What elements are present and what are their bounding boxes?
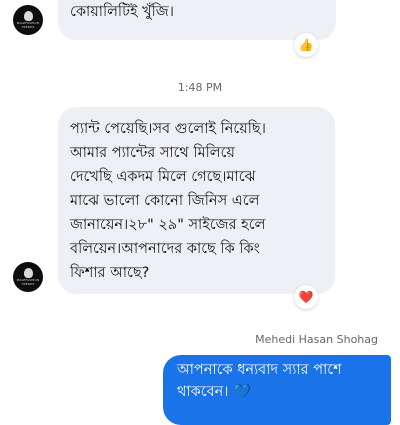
contact-avatar[interactable]: MALEFASHION TRENDS bbox=[13, 262, 43, 292]
avatar-logo-text: MALEFASHION TRENDS bbox=[16, 21, 40, 29]
outgoing-message-bubble[interactable]: আপনাকে ধন্যবাদ স্যার পাশে থাকবেন। 💙 bbox=[163, 355, 391, 425]
contact-avatar[interactable]: MALEFASHION TRENDS bbox=[13, 5, 43, 35]
message-text-body: আপনাকে ধন্যবাদ স্যার পাশে থাকবেন। bbox=[177, 362, 342, 400]
message-timestamp: 1:48 PM bbox=[177, 81, 223, 94]
reaction-emoji: ❤️ bbox=[298, 290, 314, 304]
message-text: প্যান্ট পেয়েছি।সব গুলোই নিয়েছি। আমার প… bbox=[70, 121, 266, 281]
heart-reaction-icon[interactable]: ❤️ bbox=[294, 285, 318, 309]
avatar-figure-icon bbox=[23, 268, 33, 278]
sender-name: Mehedi Hasan Shohag bbox=[255, 333, 378, 346]
reaction-emoji: 👍 bbox=[298, 38, 314, 52]
message-text: আপনাকে ধন্যবাদ স্যার পাশে থাকবেন। 💙 bbox=[177, 359, 381, 403]
avatar-figure-icon bbox=[23, 11, 33, 21]
message-text: কোয়ালিটিই খুঁজি। bbox=[70, 4, 174, 20]
thumbs-up-reaction-icon[interactable]: 👍 bbox=[294, 33, 318, 57]
avatar-logo-text: MALEFASHION TRENDS bbox=[16, 278, 40, 286]
incoming-message-bubble[interactable]: প্যান্ট পেয়েছি।সব গুলোই নিয়েছি। আমার প… bbox=[58, 107, 335, 294]
incoming-message-bubble[interactable]: কোয়ালিটিই খুঁজি। bbox=[58, 0, 336, 40]
blue-heart-icon: 💙 bbox=[233, 384, 252, 400]
